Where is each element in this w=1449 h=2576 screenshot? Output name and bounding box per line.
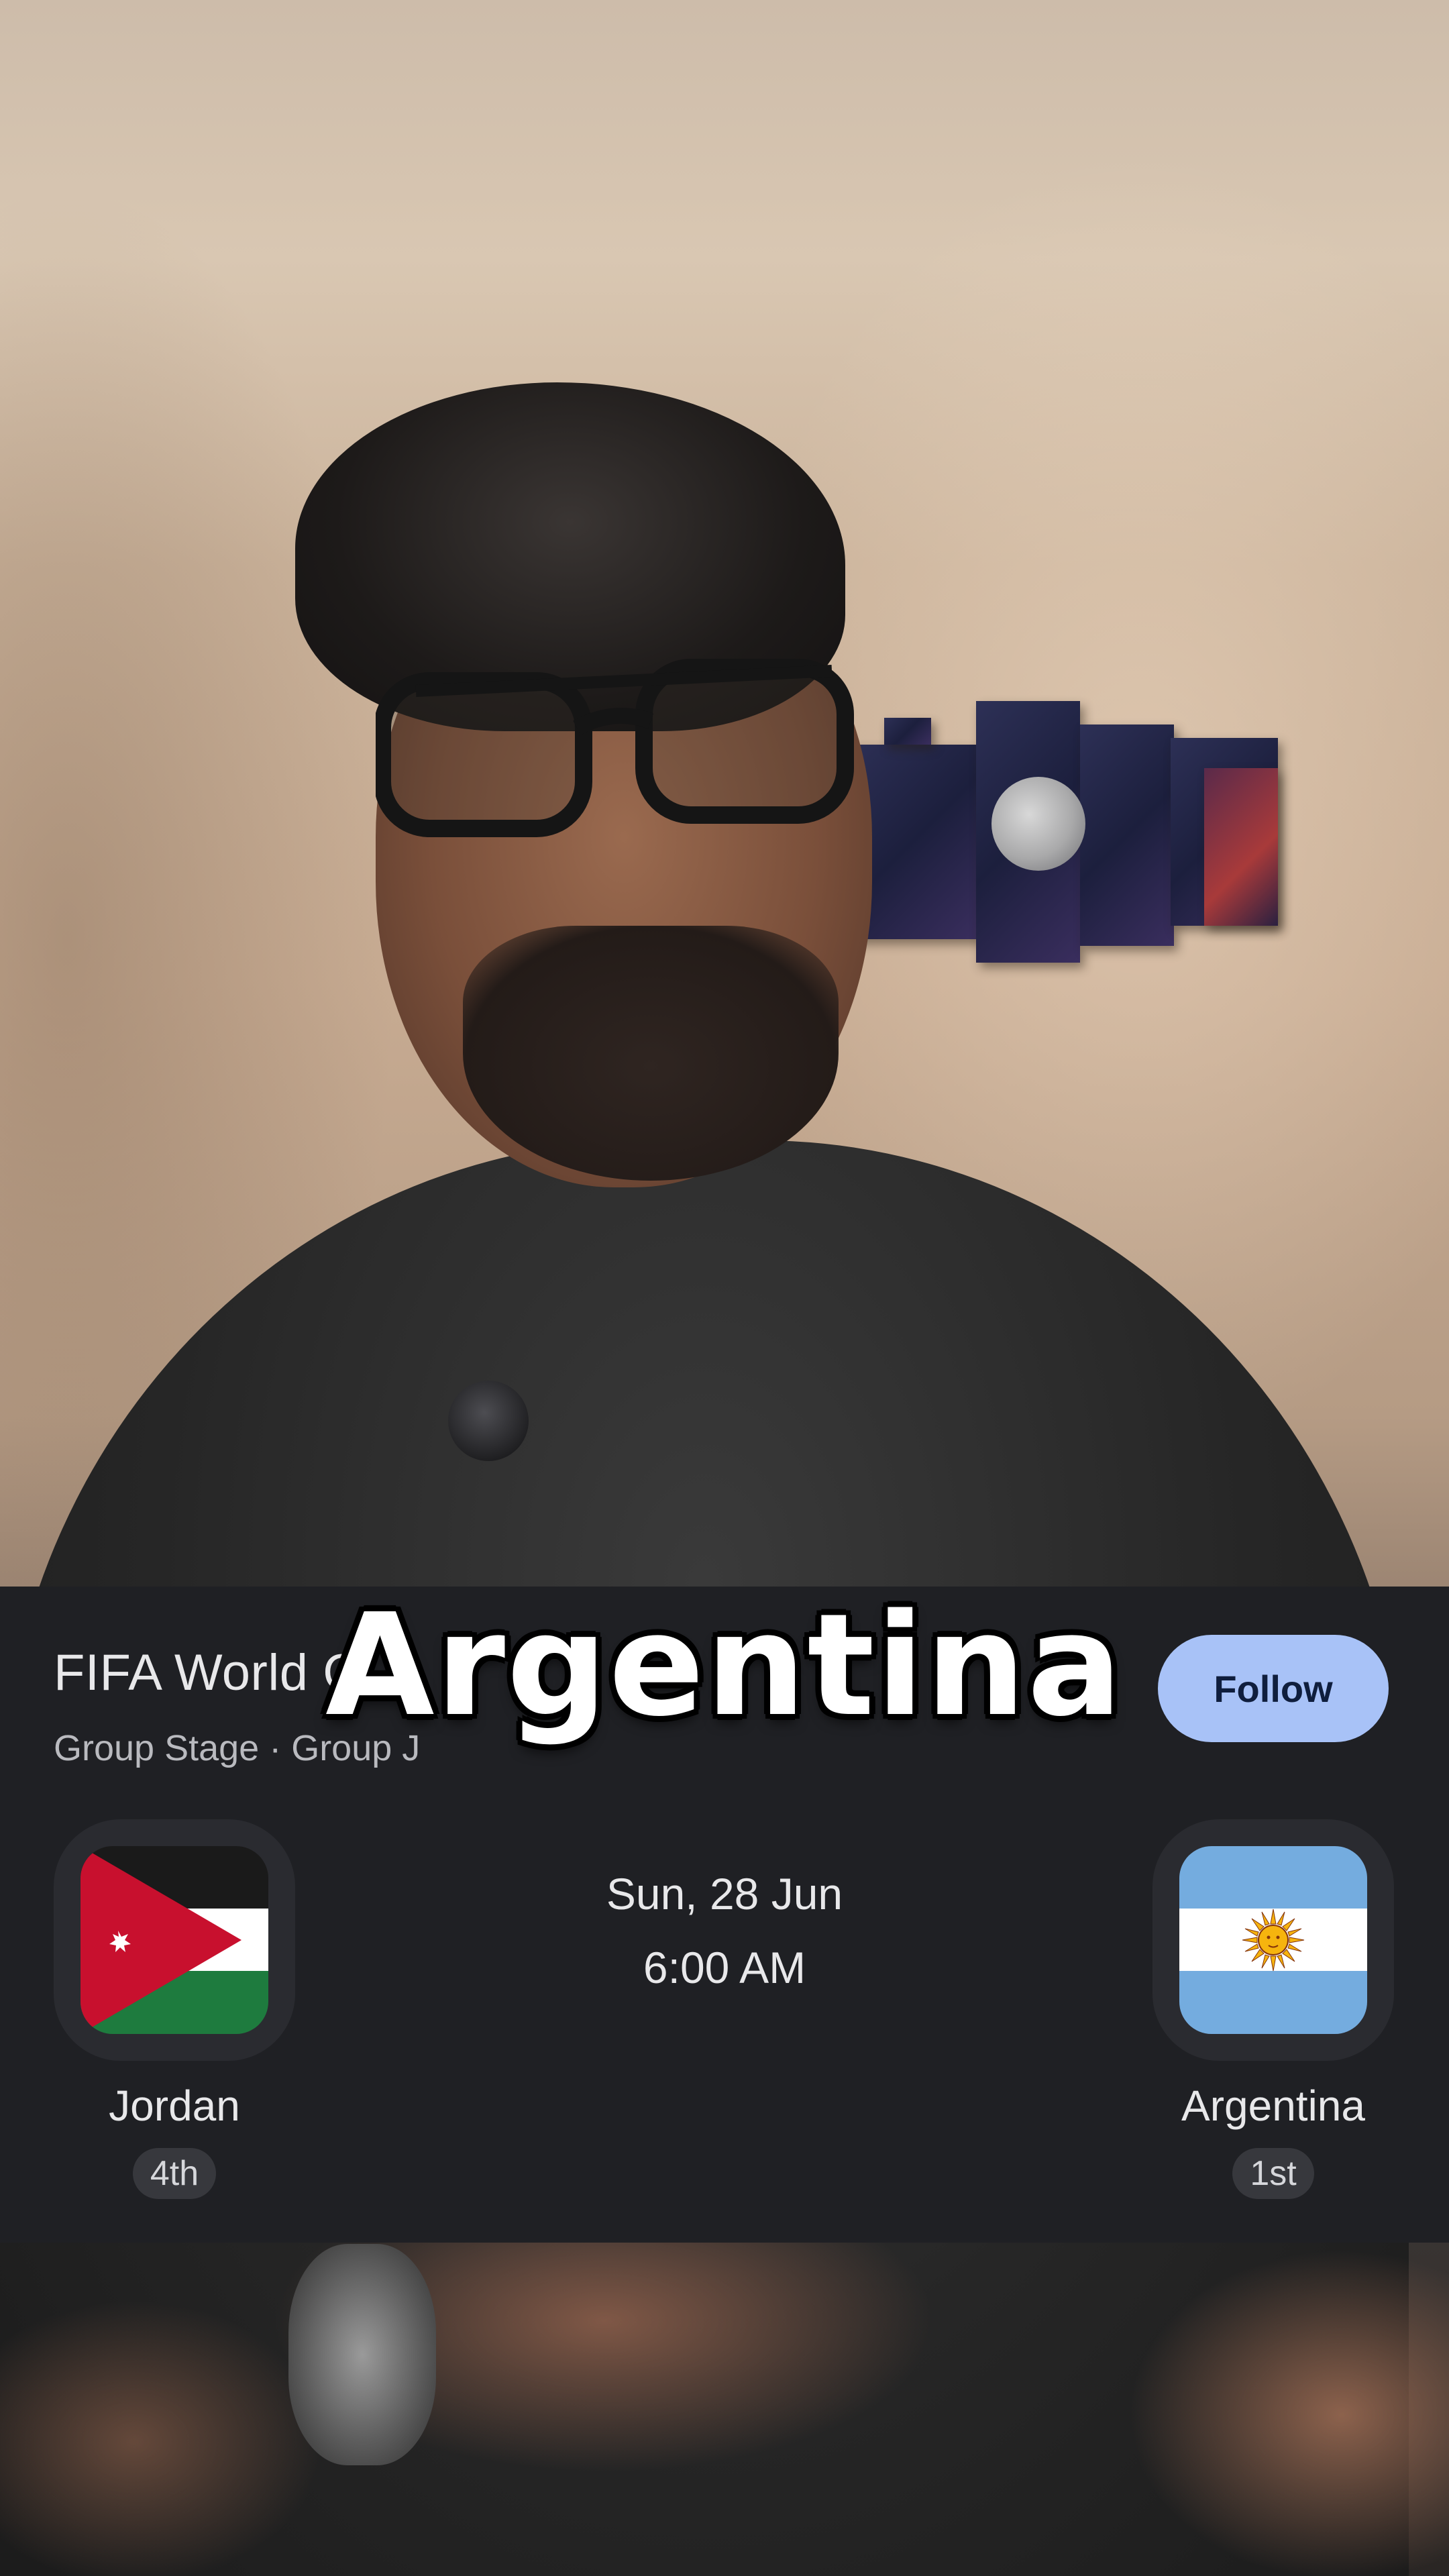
match-datetime: Sun, 28 Jun 6:00 AM (523, 1868, 926, 1993)
hands (0, 2241, 1449, 2576)
away-team-flag-well (1152, 1819, 1394, 2061)
lapel-mic (448, 1381, 529, 1461)
home-team-name: Jordan (109, 2082, 240, 2130)
home-team-rank: 4th (132, 2148, 217, 2199)
home-team[interactable]: Jordan 4th (54, 1819, 295, 2199)
away-team-name: Argentina (1181, 2082, 1365, 2130)
match-date: Sun, 28 Jun (606, 1869, 843, 1919)
wristwatch (288, 2244, 436, 2465)
away-team-rank: 1st (1232, 2148, 1314, 2199)
moon-image (991, 777, 1085, 871)
glasses (376, 659, 854, 837)
video-screen[interactable]: FIFA World C Group Stage · Group J Follo… (0, 0, 1449, 2576)
away-team[interactable]: Argentina 1st (1152, 1819, 1394, 2199)
home-team-flag-well (54, 1819, 295, 2061)
video-caption: Argentina (325, 1583, 1124, 1748)
argentina-flag-icon (1179, 1846, 1367, 2034)
person-beard (463, 926, 839, 1181)
jordan-flag-icon (80, 1846, 268, 2034)
match-time: 6:00 AM (643, 1943, 806, 1992)
